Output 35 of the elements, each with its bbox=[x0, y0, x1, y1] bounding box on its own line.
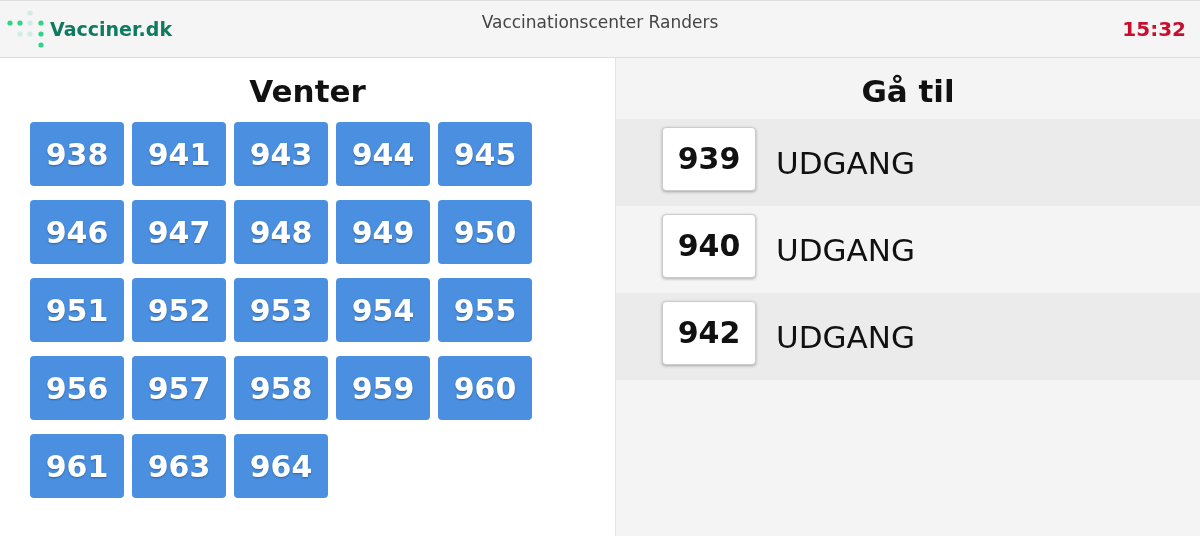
queue-number-tile: 943 bbox=[234, 122, 328, 186]
clock: 15:32 bbox=[1122, 17, 1186, 41]
queue-number-tile: 949 bbox=[336, 200, 430, 264]
queue-number-tile: 959 bbox=[336, 356, 430, 420]
queue-number-tile: 945 bbox=[438, 122, 532, 186]
queue-number-tile: 963 bbox=[132, 434, 226, 498]
called-number: 940 bbox=[662, 213, 756, 278]
queue-number-tile: 957 bbox=[132, 356, 226, 420]
destination-label: UDGANG bbox=[776, 144, 915, 181]
queue-number-tile: 948 bbox=[234, 200, 328, 264]
queue-number-tile: 956 bbox=[30, 356, 124, 420]
queue-number-tile: 938 bbox=[30, 122, 124, 186]
queue-number-tile: 953 bbox=[234, 278, 328, 342]
queue-number-tile: 954 bbox=[336, 278, 430, 342]
queue-number-tile: 958 bbox=[234, 356, 328, 420]
queue-number-tile: 946 bbox=[30, 200, 124, 264]
destination-label: UDGANG bbox=[776, 318, 915, 355]
center-title: Vaccinationscenter Randers bbox=[481, 12, 719, 32]
called-heading: Gå til bbox=[860, 72, 956, 111]
queue-number-tile: 944 bbox=[336, 122, 430, 186]
called-number: 942 bbox=[662, 300, 756, 365]
queue-number-tile: 961 bbox=[30, 434, 124, 498]
queue-number-tile: 960 bbox=[438, 356, 532, 420]
logo-text: Vacciner.dk bbox=[50, 18, 173, 40]
queue-number-tile: 964 bbox=[234, 434, 328, 498]
queue-number-tile: 955 bbox=[438, 278, 532, 342]
called-number: 939 bbox=[662, 126, 756, 191]
waiting-heading: Venter bbox=[248, 72, 367, 111]
logo-icon bbox=[6, 9, 44, 49]
queue-number-tile: 947 bbox=[132, 200, 226, 264]
queue-number-tile: 941 bbox=[132, 122, 226, 186]
queue-number-tile: 950 bbox=[438, 200, 532, 264]
queue-number-tile: 951 bbox=[30, 278, 124, 342]
queue-number-tile: 952 bbox=[132, 278, 226, 342]
destination-label: UDGANG bbox=[776, 231, 915, 268]
